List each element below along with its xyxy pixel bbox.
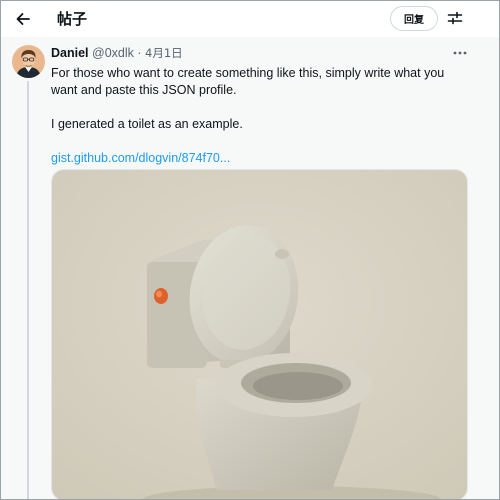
tweet-date[interactable]: 4月1日 [145,46,183,60]
author-handle[interactable]: @0xdlk [92,46,134,60]
tweet-text-line: I generated a toilet as an example. [51,117,243,131]
page-title: 帖子 [57,10,88,28]
top-bar: 帖子 回复 [1,1,499,37]
avatar-image [12,45,45,78]
tweet-text: For those who want to create something l… [51,65,471,167]
tweet-media[interactable] [51,169,468,500]
arrow-left-icon [16,13,30,25]
author-name[interactable]: Daniel [51,46,89,60]
tweet: Daniel @0xdlk · 4月1日 For those who want … [1,37,499,500]
tweet-text-line: For those who want to create something l… [51,66,445,80]
more-horizontal-icon [453,51,467,55]
tweet-link[interactable]: gist.github.com/dlogvin/874f70... [51,150,471,167]
tweet-header: Daniel @0xdlk · 4月1日 [51,45,183,61]
meta-separator: · [137,46,142,60]
more-button[interactable] [451,47,469,59]
settings-button[interactable] [444,7,466,29]
reply-button[interactable]: 回复 [390,6,438,31]
thread-line [27,81,29,499]
sliders-icon [447,11,463,25]
back-button[interactable] [11,7,35,31]
avatar[interactable] [12,45,45,78]
toilet-image [52,170,467,500]
tweet-text-line: want and paste this JSON profile. [51,83,237,97]
